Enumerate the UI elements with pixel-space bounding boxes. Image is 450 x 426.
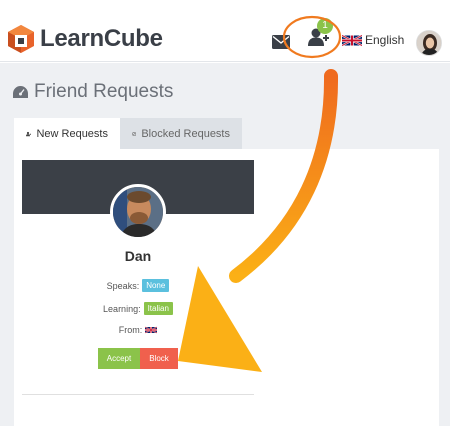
brand-logo[interactable]: LearnCube <box>6 24 163 54</box>
from-uk-flag-icon <box>145 326 158 334</box>
friend-request-card: Dan Speaks: None Learning: Italian From:… <box>22 160 254 396</box>
requester-avatar[interactable] <box>110 184 166 240</box>
dashboard-icon <box>13 85 28 98</box>
friend-request-badge: 1 <box>317 18 333 34</box>
mail-icon[interactable] <box>272 35 290 49</box>
uk-flag-icon[interactable] <box>342 34 362 47</box>
learning-badge: Italian <box>143 302 173 315</box>
header-actions: 1 English <box>272 18 404 54</box>
block-button[interactable]: Block <box>140 348 178 369</box>
learning-label: Learning: <box>103 303 141 314</box>
from-row: From: <box>22 325 254 335</box>
tab-new-requests[interactable]: New Requests <box>14 118 120 149</box>
user-avatar[interactable] <box>416 30 442 56</box>
speaks-badge: None <box>142 279 170 292</box>
tab-new-requests-label: New Requests <box>36 127 108 140</box>
language-selector[interactable]: English <box>365 33 404 47</box>
learning-row: Learning: Italian <box>22 302 254 315</box>
request-tabs: New Requests Blocked Requests <box>14 118 242 149</box>
request-actions: Accept Block <box>98 348 178 369</box>
speaks-label: Speaks: <box>106 280 140 291</box>
tab-blocked-requests[interactable]: Blocked Requests <box>120 118 242 149</box>
from-label: From: <box>118 325 143 335</box>
logo-cube-icon <box>8 25 34 53</box>
requester-photo <box>113 187 163 237</box>
user-avatar-image <box>417 31 441 55</box>
page-title: Friend Requests <box>12 81 173 103</box>
page-title-text: Friend Requests <box>34 81 174 102</box>
accept-button[interactable]: Accept <box>98 348 140 369</box>
requester-name: Dan <box>124 248 152 264</box>
brand-name: LearnCube <box>40 25 163 52</box>
card-divider <box>22 394 254 395</box>
add-user-icon <box>26 131 32 136</box>
tab-blocked-requests-label: Blocked Requests <box>141 127 230 140</box>
speaks-row: Speaks: None <box>22 279 254 292</box>
ban-icon <box>132 131 137 136</box>
top-navbar: LearnCube 1 English <box>0 0 450 62</box>
